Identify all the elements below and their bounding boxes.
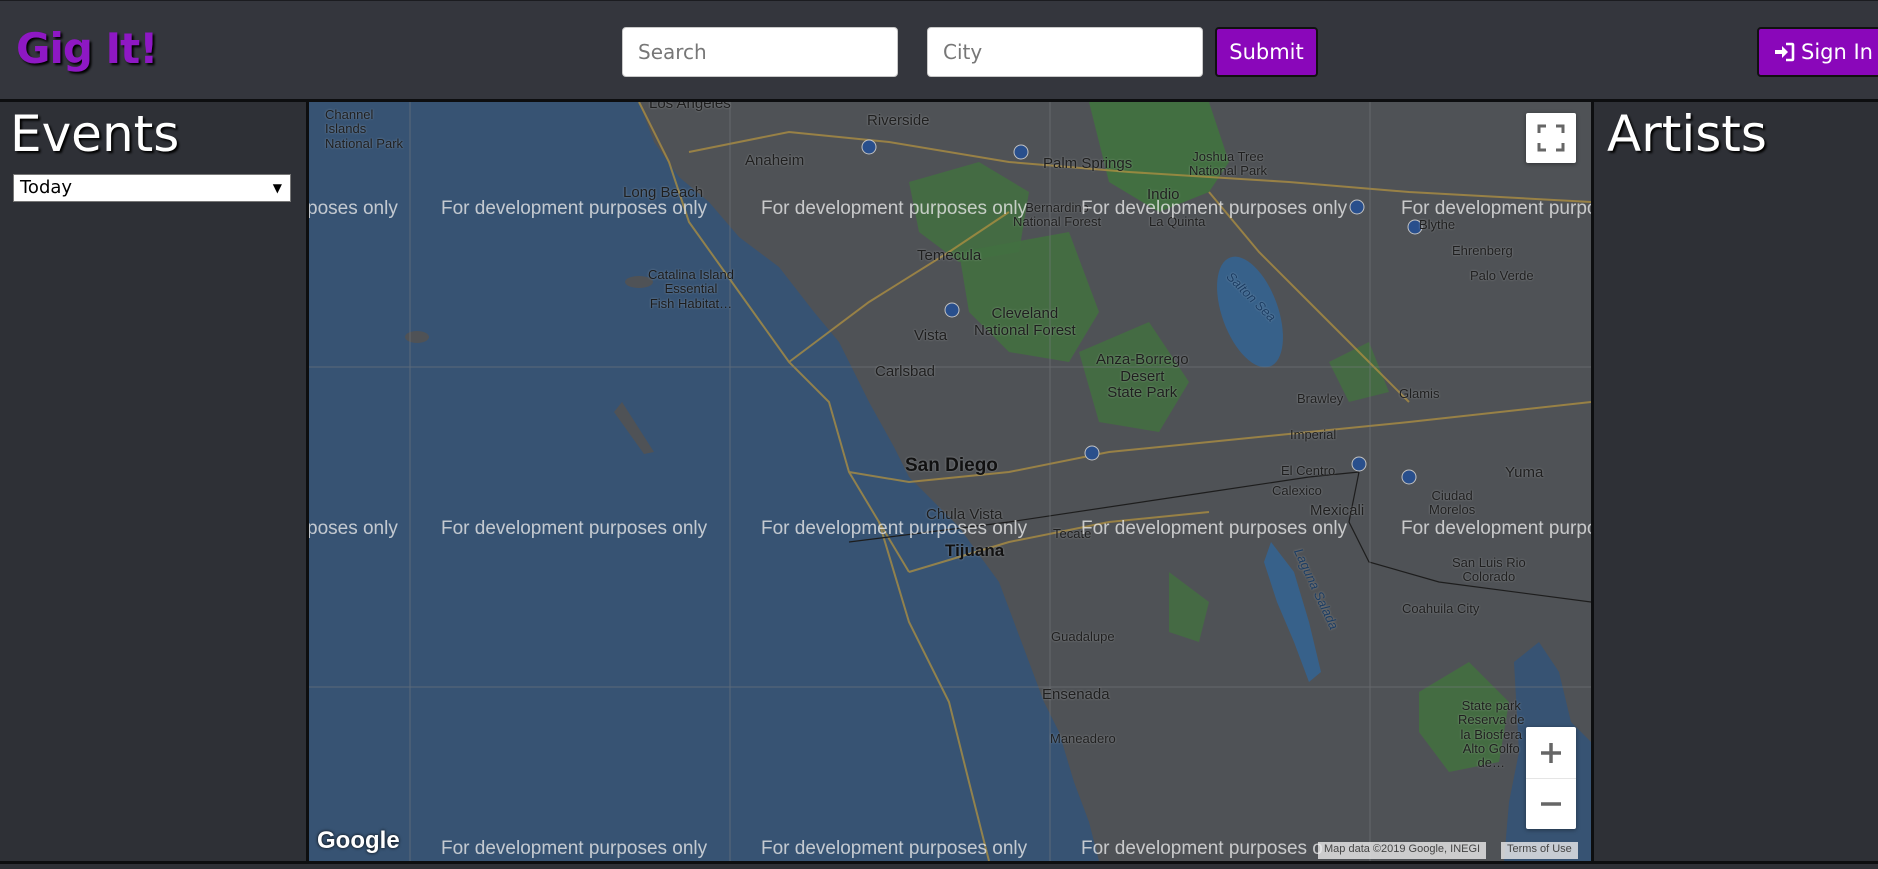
map-label-ensenada: Ensenada bbox=[1042, 686, 1110, 703]
sign-in-button[interactable]: Sign In bbox=[1757, 27, 1878, 77]
map-watermark: For development purpo bbox=[1401, 198, 1591, 219]
map-label-maneadero: Maneadero bbox=[1050, 731, 1116, 746]
terms-of-use-link[interactable]: Terms of Use bbox=[1501, 842, 1578, 859]
map-watermark: For development purposes only bbox=[761, 838, 1028, 859]
map-label-catalina: Catalina Island Essential Fish Habitat… bbox=[648, 267, 734, 311]
sign-in-icon bbox=[1775, 42, 1795, 62]
map-label-guadalupe: Guadalupe bbox=[1051, 629, 1115, 644]
city-input[interactable] bbox=[927, 27, 1203, 77]
submit-button-label: Submit bbox=[1229, 40, 1304, 64]
zoom-out-button[interactable] bbox=[1526, 778, 1576, 829]
bottom-border bbox=[0, 861, 1878, 869]
map-label-riverside: Riverside bbox=[867, 112, 930, 129]
map-watermark: For development purposes only bbox=[1081, 198, 1348, 219]
events-heading: Events bbox=[10, 105, 180, 163]
map-label-ehrenberg: Ehrenberg bbox=[1452, 243, 1513, 258]
map-label-yuma: Yuma bbox=[1505, 464, 1544, 481]
map-label-tijuana: Tijuana bbox=[945, 541, 1005, 560]
map-label-carlsbad: Carlsbad bbox=[875, 363, 936, 380]
map-label-san-luis-rio: San Luis Rio Colorado bbox=[1452, 555, 1526, 585]
map-label-coahuila-city: Coahuila City bbox=[1402, 601, 1480, 616]
map-label-temecula: Temecula bbox=[917, 247, 982, 264]
map-label-channel-islands: Channel Islands National Park bbox=[325, 107, 404, 151]
brand-logo[interactable]: Gig It! bbox=[16, 23, 158, 75]
top-navbar: Gig It! Submit Sign In bbox=[0, 0, 1878, 102]
minus-icon bbox=[1541, 802, 1561, 806]
map-label-ciudad-morelos: Ciudad Morelos bbox=[1429, 488, 1476, 518]
map-label-cleveland: Cleveland National Forest bbox=[974, 305, 1076, 339]
map-label-blythe: Blythe bbox=[1419, 217, 1456, 232]
plus-icon bbox=[1541, 742, 1561, 763]
map-label-vista: Vista bbox=[914, 327, 948, 344]
map-label-palm-springs: Palm Springs bbox=[1043, 155, 1133, 172]
map-attribution: Map data ©2019 Google, INEGI bbox=[1318, 842, 1487, 859]
map-label-anaheim: Anaheim bbox=[745, 152, 805, 169]
map-label-imperial: Imperial bbox=[1290, 427, 1337, 442]
map-label-el-centro: El Centro bbox=[1281, 463, 1336, 478]
zoom-in-button[interactable] bbox=[1526, 727, 1576, 778]
map-label-anza-borrego: Anza-Borrego Desert State Park bbox=[1096, 351, 1189, 401]
artists-panel: Artists bbox=[1591, 102, 1878, 861]
dropdown-arrow-icon: ▼ bbox=[272, 181, 282, 195]
map-watermark: For development purposes only bbox=[761, 518, 1028, 539]
map-label-calexico: Calexico bbox=[1272, 483, 1322, 498]
date-filter-select[interactable]: Today ▼ bbox=[13, 174, 291, 202]
map-label-state-park: State park Reserva de la Biosfera Alto Golf… bbox=[1458, 698, 1525, 771]
map-watermark: For development purposes only bbox=[441, 198, 708, 219]
fullscreen-icon bbox=[1537, 124, 1565, 152]
map-label-los-angeles: Los Angeles bbox=[649, 102, 731, 112]
artists-heading: Artists bbox=[1607, 105, 1767, 163]
date-filter-value: Today bbox=[20, 177, 73, 198]
map-watermark: For development purposes only bbox=[441, 518, 708, 539]
map-label-san-diego: San Diego bbox=[905, 455, 998, 476]
map-label-glamis: Glamis bbox=[1399, 386, 1440, 401]
map-watermark: For development purposes o bbox=[1081, 838, 1323, 859]
map-watermark: For development purposes only bbox=[441, 838, 708, 859]
map-watermark: For development purpo bbox=[1401, 518, 1591, 539]
map-label-brawley: Brawley bbox=[1297, 391, 1344, 406]
submit-button[interactable]: Submit bbox=[1215, 27, 1318, 77]
fullscreen-button[interactable] bbox=[1526, 113, 1576, 163]
map-label-joshua-tree: Joshua Tree National Park bbox=[1189, 149, 1268, 179]
map-watermark: For development purposes only bbox=[1081, 518, 1348, 539]
map-watermark: For development purposes only bbox=[761, 198, 1028, 219]
map-label-palo-verde: Palo Verde bbox=[1470, 268, 1534, 283]
google-logo: Google bbox=[317, 827, 400, 854]
sign-in-label: Sign In bbox=[1801, 40, 1873, 64]
zoom-controls bbox=[1526, 727, 1576, 829]
events-panel: Events Today ▼ bbox=[0, 102, 309, 861]
map-watermark: poses only bbox=[309, 518, 398, 539]
map-watermark: poses only bbox=[309, 198, 398, 219]
search-input[interactable] bbox=[622, 27, 898, 77]
map-view[interactable]: Channel Islands National Park Los Angeles … bbox=[309, 102, 1591, 861]
